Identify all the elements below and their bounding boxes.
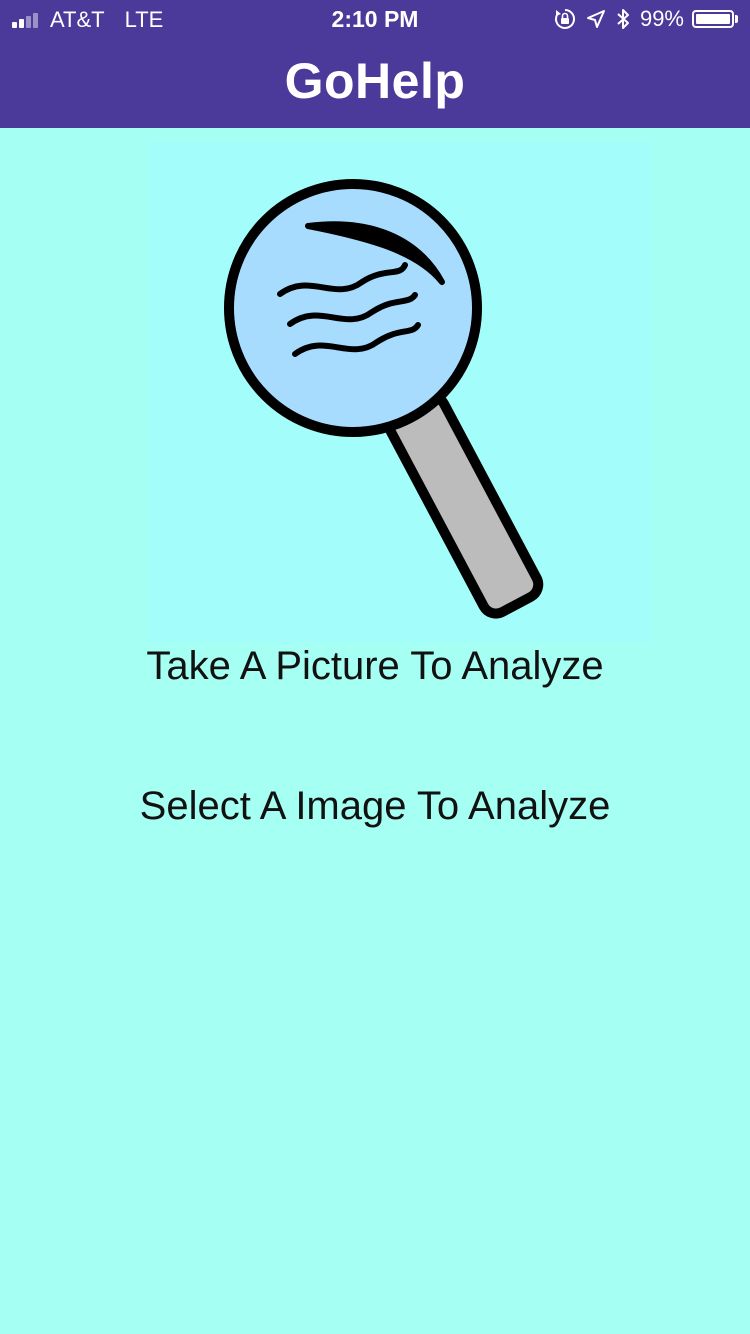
orientation-lock-icon (554, 8, 576, 30)
take-picture-button[interactable]: Take A Picture To Analyze (0, 644, 750, 689)
status-bar: AT&T LTE 2:10 PM 99% (0, 0, 750, 40)
select-image-button[interactable]: Select A Image To Analyze (0, 784, 750, 829)
status-right: 99% (554, 6, 738, 32)
app-title: GoHelp (284, 53, 466, 109)
location-arrow-icon (586, 9, 606, 29)
logo-image (150, 142, 650, 642)
app-header: AT&T LTE 2:10 PM 99% GoHelp (0, 0, 750, 128)
battery-percent: 99% (639, 6, 684, 31)
bluetooth-icon (616, 8, 630, 30)
magnifying-glass-icon (224, 179, 544, 619)
battery-icon (692, 10, 738, 28)
